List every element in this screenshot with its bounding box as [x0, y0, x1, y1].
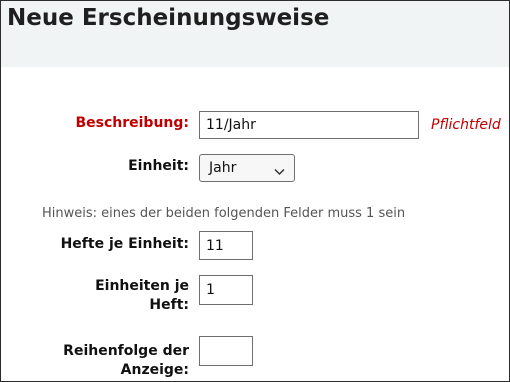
einheit-selected-value: Jahr: [209, 160, 237, 176]
page-header: Neue Erscheinungsweise: [1, 1, 509, 67]
einheit-select[interactable]: Jahr: [199, 154, 295, 182]
reihenfolge-label: Reihenfolge der Anzeige:: [63, 343, 189, 378]
einheiten-je-heft-label: Einheiten je Heft:: [95, 278, 189, 313]
einheiten-je-heft-input[interactable]: [199, 275, 253, 305]
hefte-je-einheit-label: Hefte je Einheit:: [60, 236, 189, 252]
hint-text: Hinweis: eines der beiden folgenden Feld…: [42, 206, 406, 221]
required-note: Pflichtfeld: [431, 117, 501, 133]
beschreibung-input[interactable]: [199, 111, 419, 139]
beschreibung-label: Beschreibung:: [75, 115, 189, 131]
hefte-je-einheit-input[interactable]: [199, 231, 253, 260]
reihenfolge-input[interactable]: [199, 336, 253, 366]
chevron-down-icon: [274, 164, 285, 180]
page-title: Neue Erscheinungsweise: [7, 5, 330, 31]
einheit-label: Einheit:: [128, 158, 189, 174]
form-window: Neue Erscheinungsweise Beschreibung: Pfl…: [0, 0, 510, 382]
